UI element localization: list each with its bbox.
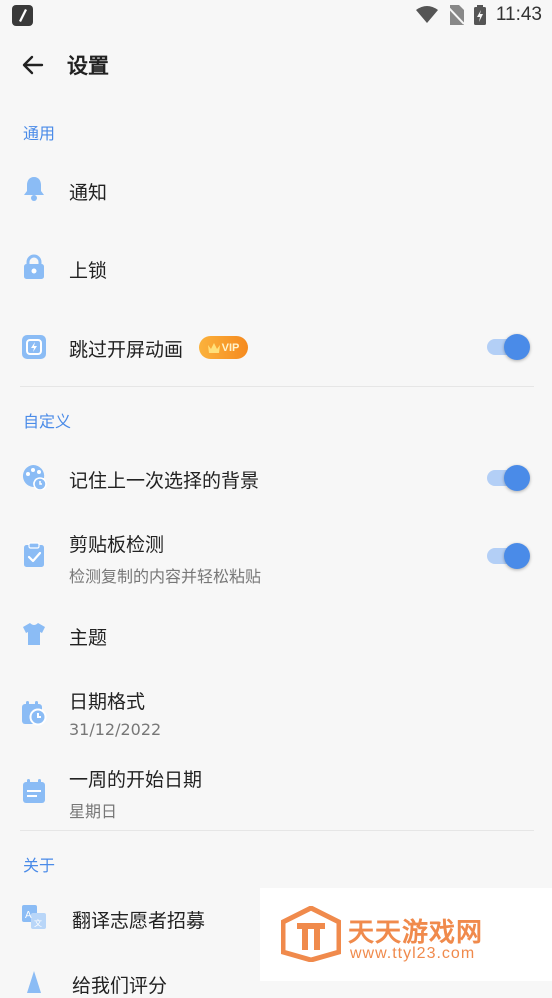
- setting-label: 翻译志愿者招募: [72, 910, 206, 932]
- calendar-icon: [23, 779, 45, 803]
- battery-charging-icon: [473, 5, 486, 25]
- wifi-icon: [415, 6, 438, 23]
- setting-label: 剪贴板检测: [69, 534, 165, 556]
- setting-label: 跳过开屏动画: [69, 339, 184, 361]
- setting-subtitle: 检测复制的内容并轻松粘贴: [69, 567, 262, 586]
- no-sim-icon: [447, 5, 464, 25]
- skip-splash-toggle[interactable]: [487, 334, 530, 360]
- svg-text:A: A: [25, 910, 32, 921]
- page-title: 设置: [67, 54, 109, 78]
- lock-icon: [24, 254, 44, 279]
- divider: [20, 830, 534, 831]
- clipboard-detection-toggle[interactable]: [487, 543, 530, 569]
- translate-icon: A 文: [22, 905, 46, 929]
- setting-label: 主题: [69, 627, 108, 649]
- tshirt-icon: [23, 623, 45, 645]
- palette-clock-icon: [22, 464, 47, 490]
- svg-text:文: 文: [34, 918, 42, 928]
- watermark-url: www.ttyl23.com: [350, 945, 476, 962]
- remember-background-toggle[interactable]: [487, 465, 530, 491]
- watermark: 天天游戏网 www.ttyl23.com: [260, 888, 552, 981]
- setting-label: 通知: [69, 182, 108, 204]
- rate-icon: [27, 971, 41, 993]
- setting-subtitle: 31/12/2022: [69, 720, 162, 739]
- setting-label: 一周的开始日期: [69, 769, 203, 791]
- setting-label: 日期格式: [69, 691, 146, 713]
- notes-app-icon: [12, 5, 33, 26]
- setting-label: 记住上一次选择的背景: [69, 470, 260, 492]
- section-header-general: 通用: [23, 124, 56, 143]
- section-header-about: 关于: [23, 856, 56, 875]
- bell-icon: [24, 177, 44, 201]
- app-bar: 设置: [0, 32, 552, 100]
- skip-animation-icon: [22, 335, 46, 359]
- clipboard-check-icon: [24, 542, 44, 567]
- setting-label: 上锁: [69, 260, 108, 282]
- watermark-name: 天天游戏网: [348, 918, 484, 948]
- watermark-logo: [281, 906, 341, 962]
- status-bar: 11:43: [0, 0, 552, 32]
- setting-label: 给我们评分: [72, 975, 168, 997]
- back-arrow-icon[interactable]: [20, 52, 46, 78]
- section-header-custom: 自定义: [23, 412, 72, 431]
- vip-badge: VIP: [199, 336, 248, 359]
- divider: [20, 386, 534, 387]
- clock: 11:43: [495, 4, 542, 25]
- setting-subtitle: 星期日: [69, 802, 118, 821]
- calendar-clock-icon: [22, 701, 47, 726]
- crown-icon: [207, 342, 220, 353]
